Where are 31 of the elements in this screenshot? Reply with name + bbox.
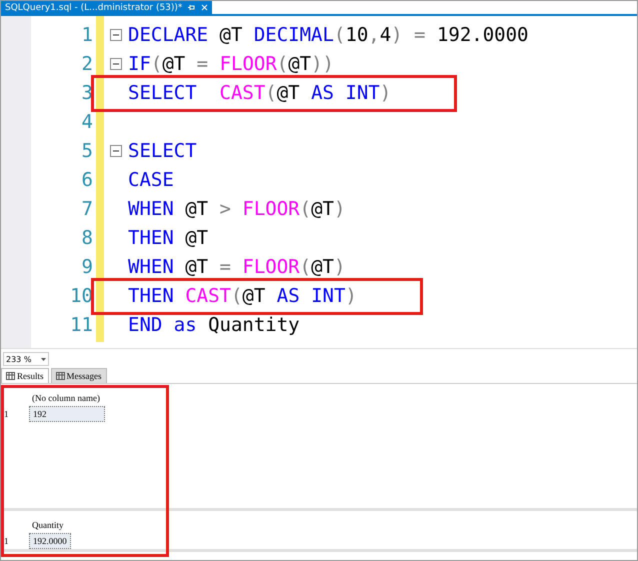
- line-number: 10: [69, 284, 93, 306]
- line-number: 3: [80, 82, 93, 104]
- results-tab[interactable]: Messages: [50, 368, 107, 383]
- code-line: WHEN @T = FLOOR(@T): [128, 256, 346, 278]
- line-number: 11: [69, 314, 93, 336]
- code-line: END as Quantity: [128, 314, 300, 336]
- row-number: 1: [3, 408, 10, 421]
- results-tab[interactable]: Results: [1, 368, 49, 383]
- line-number: 7: [80, 198, 93, 220]
- column-header: (No column name): [31, 392, 101, 405]
- code-line: WHEN @T > FLOOR(@T): [128, 198, 346, 220]
- column-header: Quantity: [31, 519, 64, 532]
- line-number: 9: [80, 256, 93, 278]
- line-number: 4: [80, 110, 93, 132]
- result-cell[interactable]: 192: [29, 406, 105, 422]
- zoom-dropdown[interactable]: 233 %: [3, 352, 49, 366]
- line-number: 1: [80, 24, 93, 46]
- code-line: DECLARE @T DECIMAL(10,4) = 192.0000: [128, 24, 528, 46]
- result-cell[interactable]: 192.0000: [29, 533, 71, 549]
- line-number: 8: [80, 226, 93, 248]
- code-line: THEN CAST(@T AS INT): [128, 284, 357, 306]
- code-line: IF(@T = FLOOR(@T)): [128, 52, 334, 74]
- code-line: CASE: [128, 168, 174, 190]
- line-number: 5: [80, 140, 93, 162]
- code-line: THEN @T: [128, 226, 208, 248]
- line-number: 2: [80, 52, 93, 74]
- document-tab[interactable]: SQLQuery1.sql - (L...dministrator (53))*: [1, 1, 212, 14]
- row-number: 1: [3, 535, 10, 548]
- code-line: SELECT CAST(@T AS INT): [128, 82, 392, 104]
- code-line: SELECT: [128, 140, 197, 162]
- line-number: 6: [80, 168, 93, 190]
